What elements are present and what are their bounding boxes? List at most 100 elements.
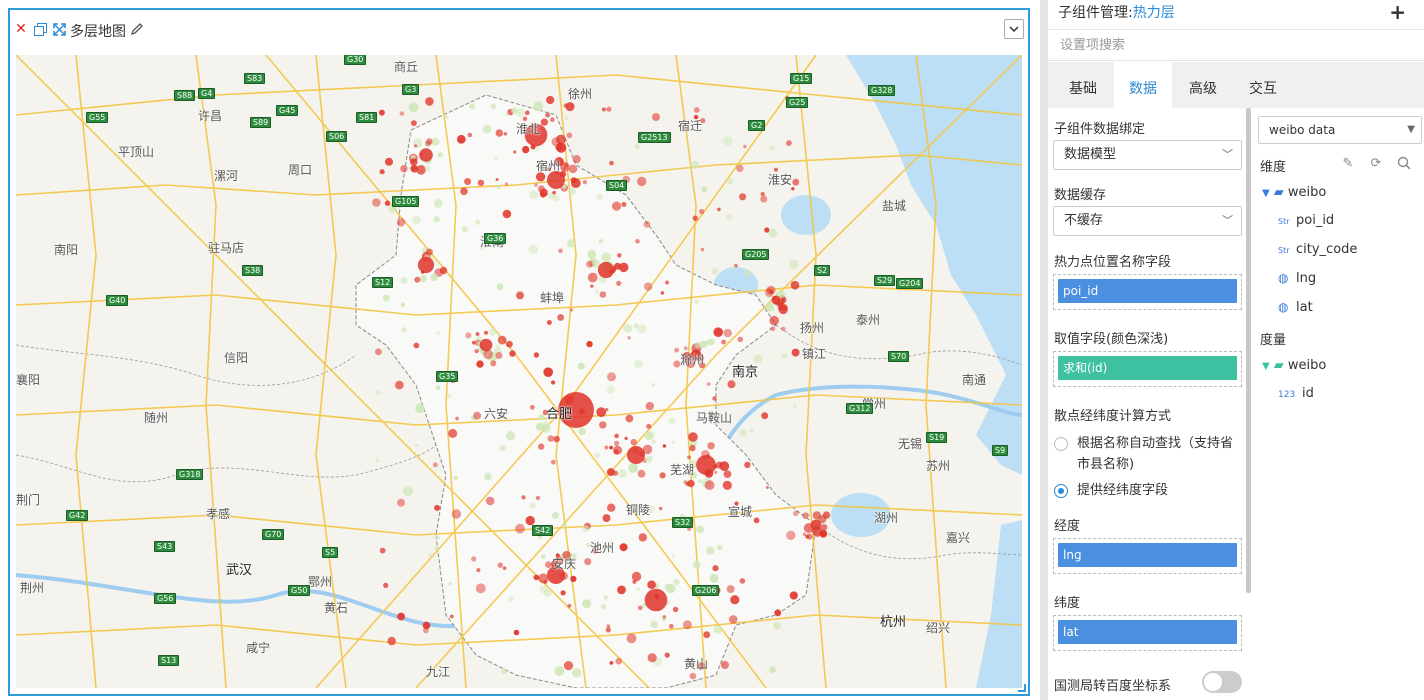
heat-point	[582, 599, 592, 609]
heat-point	[582, 180, 588, 185]
heat-point	[599, 421, 607, 429]
city-label: 铜陵	[626, 503, 651, 517]
heat-point	[609, 445, 613, 450]
lng-dropzone[interactable]: lng	[1053, 538, 1242, 574]
lat-dropzone[interactable]: lat	[1053, 615, 1242, 651]
lng-pill[interactable]: lng	[1058, 543, 1237, 567]
heat-point	[633, 323, 639, 329]
heat-point	[696, 525, 705, 534]
value-field-pill[interactable]: 求和(id)	[1058, 356, 1237, 380]
chevron-down-icon: ﹀	[1222, 214, 1233, 227]
road-shield: G206	[692, 585, 720, 596]
name-field-pill[interactable]: poi_id	[1058, 279, 1237, 303]
search-icon[interactable]	[1396, 156, 1412, 172]
name-field-dropzone[interactable]: poi_id	[1053, 274, 1242, 310]
convert-toggle[interactable]	[1202, 671, 1242, 693]
value-field-dropzone[interactable]: 求和(id)	[1053, 351, 1242, 387]
field-item[interactable]: ◍ lng	[1278, 271, 1316, 286]
heat-point	[789, 259, 799, 270]
tab-advanced[interactable]: 高级	[1174, 62, 1232, 108]
heat-point	[644, 431, 653, 441]
heat-cluster	[479, 338, 493, 352]
heat-point	[789, 591, 798, 600]
resize-handle[interactable]	[1018, 684, 1026, 692]
cache-select[interactable]: 不缓存 ﹀	[1053, 206, 1242, 236]
field-item[interactable]: Str city_code	[1278, 242, 1357, 257]
heat-point	[612, 201, 622, 211]
heat-point	[502, 209, 512, 219]
heat-point	[535, 495, 541, 501]
heat-point	[397, 498, 405, 507]
heat-point	[410, 166, 416, 171]
heat-point	[596, 193, 603, 201]
road-shield: S19	[926, 432, 948, 443]
field-item[interactable]: Str poi_id	[1278, 213, 1334, 228]
panel-divider[interactable]	[1040, 0, 1048, 700]
heat-cluster	[627, 446, 645, 464]
heat-point	[567, 603, 572, 608]
tab-data[interactable]: 数据	[1114, 62, 1172, 108]
close-icon[interactable]: ✕	[14, 22, 28, 36]
heat-point	[594, 452, 601, 458]
heatmap-map[interactable]: 商丘 徐州 许昌 淮北 宿迁 平顶山 周口 宿州 漯河 淮安 盐城 驻马店 南阳…	[16, 55, 1022, 688]
heat-point	[471, 556, 477, 562]
heat-point	[719, 461, 730, 472]
heat-point	[432, 462, 438, 468]
city-label: 咸宁	[246, 641, 271, 655]
heat-point	[553, 435, 560, 443]
sublayer-link[interactable]: 热力层	[1133, 5, 1175, 21]
heat-point	[493, 156, 498, 161]
copy-icon[interactable]	[33, 22, 47, 36]
tab-interaction[interactable]: 交互	[1234, 62, 1292, 108]
road-shield: G40	[106, 295, 129, 306]
heat-point	[760, 195, 768, 203]
name-field-label: 热力点位置名称字段	[1054, 255, 1172, 270]
heat-point	[694, 341, 702, 349]
city-label: 南阳	[54, 243, 79, 257]
heat-point	[590, 284, 594, 288]
city-label: 漯河	[214, 169, 239, 183]
road-shield: G15	[790, 73, 813, 84]
binding-select[interactable]: 数据模型 ﹀	[1053, 140, 1242, 170]
panel-header-text: 子组件管理:热力层	[1058, 5, 1175, 21]
heat-point	[488, 328, 497, 336]
heat-point	[475, 332, 480, 336]
heat-point	[476, 568, 481, 573]
field-item[interactable]: 123 id	[1278, 386, 1314, 401]
field-item[interactable]: ◍ lat	[1278, 300, 1313, 315]
add-icon[interactable]: +	[1389, 0, 1406, 24]
tab-basic[interactable]: 基础	[1054, 62, 1112, 108]
heat-point	[434, 546, 439, 551]
collapse-button[interactable]	[1004, 19, 1024, 39]
fullscreen-icon[interactable]	[52, 22, 66, 36]
measure-folder[interactable]: ▼ ▰ weibo	[1262, 358, 1326, 373]
edit-icon[interactable]: ✎	[1340, 156, 1356, 172]
form-scrollbar[interactable]	[1246, 108, 1251, 593]
dataset-select[interactable]: weibo data ▼	[1258, 116, 1422, 144]
calc-radio-fields[interactable]	[1054, 484, 1068, 498]
heat-point	[509, 350, 516, 357]
heat-point	[546, 95, 555, 105]
heat-point	[634, 144, 640, 150]
lat-label: 纬度	[1054, 596, 1081, 611]
heat-point	[465, 332, 472, 339]
heat-point	[704, 480, 715, 491]
heat-point	[460, 187, 468, 196]
dimension-folder[interactable]: ▼ ▰ weibo	[1262, 185, 1326, 200]
tab-bar: 基础 数据 高级 交互	[1048, 62, 1424, 108]
calc-radio-auto[interactable]	[1054, 437, 1068, 451]
heat-point	[819, 529, 828, 538]
panel-header: 子组件管理:热力层 +	[1048, 0, 1424, 30]
heat-point	[522, 145, 530, 154]
heat-point	[712, 396, 717, 401]
heat-point	[505, 112, 509, 117]
heat-point	[769, 666, 776, 674]
heat-point	[434, 504, 441, 511]
settings-search-input[interactable]	[1048, 31, 1424, 61]
heat-point	[419, 275, 427, 283]
refresh-icon[interactable]: ⟳	[1368, 156, 1384, 172]
road-shield: G45	[276, 105, 299, 116]
lat-pill[interactable]: lat	[1058, 620, 1237, 644]
heat-point	[648, 455, 654, 461]
pencil-icon[interactable]	[130, 22, 144, 36]
